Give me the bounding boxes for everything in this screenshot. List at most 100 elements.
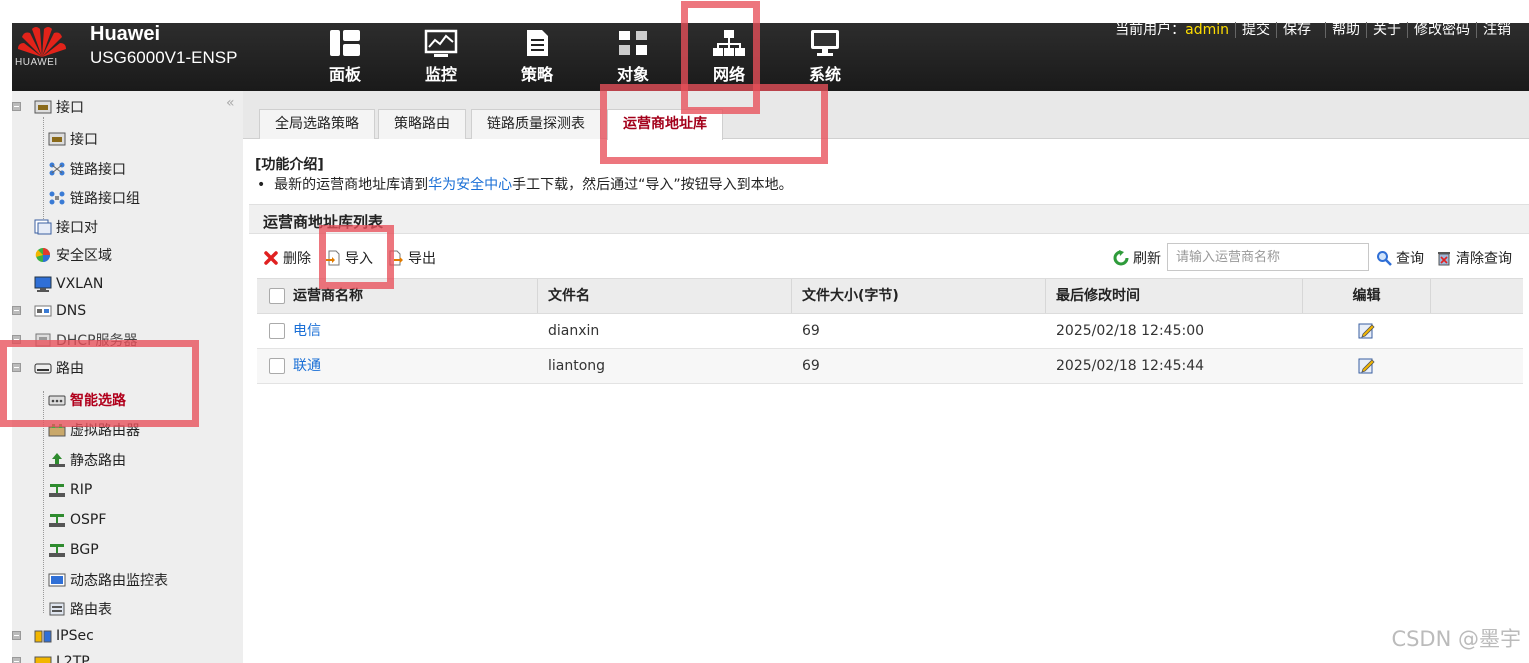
sidebar-item-label: 路由 xyxy=(56,361,84,377)
sidebar-item-label: 智能选路 xyxy=(70,393,126,409)
sidebar-item-dynamic-route-monitor[interactable]: 动态路由监控表 xyxy=(48,569,168,591)
sidebar-item-security-zone[interactable]: 安全区域 xyxy=(34,244,112,266)
sidebar-item-bgp[interactable]: BGP xyxy=(48,539,99,561)
export-button[interactable]: 导出 xyxy=(388,248,436,268)
collapse-toggle-icon[interactable] xyxy=(12,102,21,111)
dhcp-server-icon xyxy=(35,333,51,347)
clear-query-button[interactable]: 清除查询 xyxy=(1436,248,1512,268)
bgp-icon xyxy=(49,544,65,557)
feature-intro-text: • 最新的运营商地址库请到华为安全中心手工下载，然后通过“导入”按钮导入到本地。 xyxy=(257,174,793,194)
expand-toggle-icon[interactable] xyxy=(12,657,21,663)
sidebar-item-vxlan[interactable]: VXLAN xyxy=(34,273,103,295)
nav-policy[interactable]: 策略 xyxy=(489,23,585,91)
collapse-sidebar-icon[interactable]: « xyxy=(226,95,235,111)
main-content: 全局选路策略 策略路由 链路质量探测表 运营商地址库 [功能介绍] • 最新的运… xyxy=(243,91,1529,663)
edit-icon[interactable] xyxy=(1358,357,1376,375)
import-label: 导入 xyxy=(345,251,373,267)
save-link[interactable]: 保存 xyxy=(1276,22,1317,38)
list-header: 运营商地址库列表 xyxy=(249,204,1529,234)
current-user: admin xyxy=(1185,22,1229,38)
list-toolbar: 删除 导入 导出 刷新 查询 清除查询 xyxy=(249,242,1529,274)
expand-toggle-icon[interactable] xyxy=(12,631,21,640)
tab-isp-address-library[interactable]: 运营商地址库 xyxy=(607,109,723,140)
system-monitor-icon xyxy=(811,30,839,56)
sidebar-item-label: RIP xyxy=(70,482,93,498)
sidebar-item-route-table[interactable]: 路由表 xyxy=(48,598,112,620)
sidebar-item-dhcp-server[interactable]: DHCP服务器 xyxy=(12,329,138,351)
collapse-toggle-icon[interactable] xyxy=(12,363,21,372)
nav-dashboard[interactable]: 面板 xyxy=(297,23,393,91)
sidebar-item-label: 接口对 xyxy=(56,220,98,236)
nav-label: 网络 xyxy=(712,65,745,84)
nav-label: 监控 xyxy=(424,65,457,84)
top-header: HUAWEI Huawei USG6000V1-ENSP 面板 监控 策略 对象… xyxy=(12,22,1529,91)
tab-link-quality-probe[interactable]: 链路质量探测表 xyxy=(471,109,601,139)
search-icon xyxy=(1377,251,1392,266)
delete-label: 删除 xyxy=(283,251,311,267)
l2tp-icon xyxy=(34,656,52,663)
bullet-icon: • xyxy=(257,177,275,193)
static-route-icon xyxy=(49,453,65,467)
list-title: 运营商地址库列表 xyxy=(263,213,384,231)
file-name: dianxin xyxy=(548,323,600,339)
about-link[interactable]: 关于 xyxy=(1366,22,1407,38)
expand-toggle-icon[interactable] xyxy=(12,335,21,344)
clear-trash-icon xyxy=(1438,252,1450,266)
sidebar-item-label: IPSec xyxy=(56,628,94,644)
nav-monitor[interactable]: 监控 xyxy=(393,23,489,91)
change-password-link[interactable]: 修改密码 xyxy=(1407,22,1476,38)
nav-network[interactable]: 网络 xyxy=(681,23,777,91)
logout-link[interactable]: 注销 xyxy=(1476,22,1517,38)
policy-document-icon xyxy=(527,30,548,56)
sidebar-item-label: 链路接口组 xyxy=(70,191,140,207)
route-monitor-icon xyxy=(48,573,66,587)
sidebar-item-ipsec[interactable]: IPSec xyxy=(12,625,94,647)
monitor-chart-icon xyxy=(424,29,458,57)
sidebar-item-label: 动态路由监控表 xyxy=(70,573,168,589)
expand-toggle-icon[interactable] xyxy=(12,306,21,315)
tab-bar: 全局选路策略 策略路由 链路质量探测表 运营商地址库 xyxy=(243,91,1529,140)
col-isp-name[interactable]: 运营商名称 xyxy=(283,279,538,313)
sidebar-item-interface-group[interactable]: 接口 xyxy=(12,96,84,118)
sidebar-item-static-route[interactable]: 静态路由 xyxy=(48,449,126,471)
col-file-name[interactable]: 文件名 xyxy=(538,279,792,313)
help-link[interactable]: 帮助 xyxy=(1325,22,1366,38)
sidebar-item-label: 链路接口 xyxy=(70,162,126,178)
sidebar-item-dns[interactable]: DNS xyxy=(12,300,86,322)
sidebar-item-l2tp[interactable]: L2TP xyxy=(12,651,90,663)
col-file-size[interactable]: 文件大小(字节) xyxy=(792,279,1046,313)
isp-name-link[interactable]: 电信 xyxy=(283,314,321,348)
intro-text-after: 手工下载，然后通过“导入”按钮导入到本地。 xyxy=(512,177,793,193)
nav-label: 面板 xyxy=(328,65,361,84)
interface-icon xyxy=(34,100,52,114)
tab-global-route-policy[interactable]: 全局选路策略 xyxy=(259,109,375,139)
import-button[interactable]: 导入 xyxy=(325,248,373,268)
col-last-modified[interactable]: 最后修改时间 xyxy=(1046,279,1303,313)
top-links: 当前用户： admin 提交 保存 帮助 关于 修改密码 注销 xyxy=(1109,22,1517,38)
sidebar-item-virtual-router[interactable]: 虚拟路由器 xyxy=(48,419,140,441)
sidebar-item-ospf[interactable]: OSPF xyxy=(48,509,106,531)
clear-query-label: 清除查询 xyxy=(1456,251,1512,267)
nav-system[interactable]: 系统 xyxy=(777,23,873,91)
sidebar-item-routing[interactable]: 路由 xyxy=(12,357,84,379)
interface-icon xyxy=(48,132,66,146)
sidebar-item-rip[interactable]: RIP xyxy=(48,479,92,501)
nav-object[interactable]: 对象 xyxy=(585,23,681,91)
delete-button[interactable]: 删除 xyxy=(263,248,311,268)
query-button[interactable]: 查询 xyxy=(1376,248,1424,268)
sidebar-item-link-interface-group[interactable]: 链路接口组 xyxy=(48,187,140,209)
isp-name-link[interactable]: 联通 xyxy=(283,349,321,383)
huawei-security-center-link[interactable]: 华为安全中心 xyxy=(428,177,512,193)
sidebar-item-link-interface[interactable]: 链路接口 xyxy=(48,158,126,180)
sidebar-item-smart-routing[interactable]: 智能选路 xyxy=(48,389,126,411)
sidebar-item-interface-pair[interactable]: 接口对 xyxy=(34,216,98,238)
main-nav: 面板 监控 策略 对象 网络 系统 xyxy=(297,23,873,91)
edit-icon[interactable] xyxy=(1358,322,1376,340)
isp-search-input[interactable] xyxy=(1167,243,1369,271)
refresh-button[interactable]: 刷新 xyxy=(1113,248,1161,268)
sidebar-item-interface[interactable]: 接口 xyxy=(48,128,98,150)
dns-icon xyxy=(34,305,52,317)
submit-link[interactable]: 提交 xyxy=(1235,22,1276,38)
tab-policy-route[interactable]: 策略路由 xyxy=(378,109,466,139)
sidebar-item-label: BGP xyxy=(70,542,99,558)
